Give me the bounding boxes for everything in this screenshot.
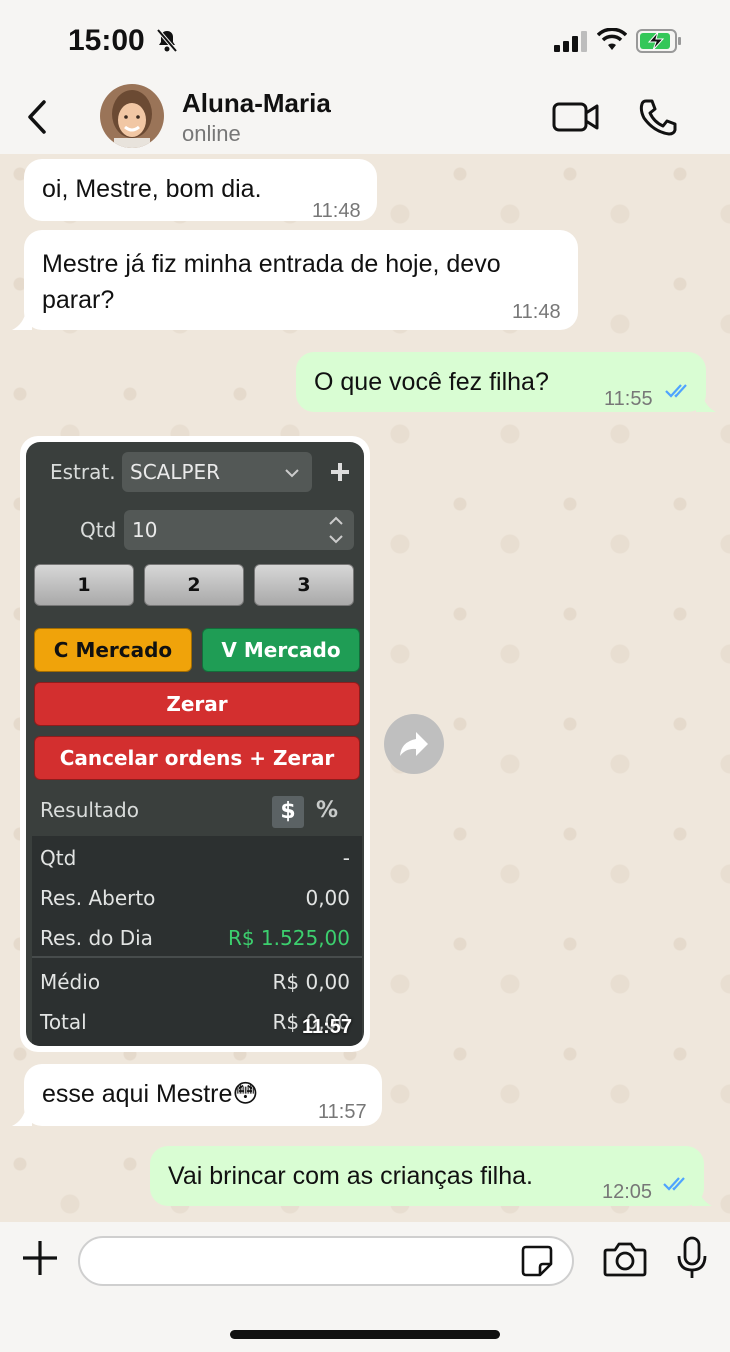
message-time: 12:05 [602, 1181, 653, 1203]
home-indicator[interactable] [230, 1330, 500, 1339]
microphone-icon[interactable] [676, 1236, 708, 1280]
outgoing-message[interactable]: O que você fez filha? 11:55 [296, 352, 706, 412]
quick-qty-1: 1 [34, 564, 134, 606]
quick-qty-3: 3 [254, 564, 354, 606]
status-bar: 15:00 [0, 0, 730, 80]
message-input[interactable] [78, 1236, 574, 1286]
message-text-line: parar? [42, 286, 115, 314]
message-text: Vai brincar com as crianças filha. [168, 1162, 533, 1190]
incoming-message[interactable]: Mestre já fiz minha entrada de hoje, dev… [24, 230, 578, 330]
image-time: 11:57 [302, 1016, 353, 1038]
message-time: 11:55 [604, 388, 653, 410]
chat-area[interactable]: oi, Mestre, bom dia. 11:48 Mestre já fiz… [0, 154, 730, 1222]
forward-button[interactable] [384, 714, 444, 774]
row-label: Total [40, 1010, 87, 1034]
quick-qty-2: 2 [144, 564, 244, 606]
message-text: oi, Mestre, bom dia. [42, 175, 262, 203]
stepper-icon [329, 516, 343, 544]
table-divider [32, 956, 362, 958]
qty-value: 10 [132, 518, 158, 542]
plus-icon[interactable] [20, 1238, 60, 1278]
row-value: - [342, 846, 350, 870]
row-label: Res. do Dia [40, 926, 153, 950]
incoming-message[interactable]: esse aqui Mestre😳 11:57 [24, 1064, 382, 1126]
row-value: R$ 0,00 [272, 970, 350, 994]
message-text: O que você fez filha? [314, 368, 549, 396]
buy-market-button: C Mercado [34, 628, 192, 672]
forward-arrow-icon [400, 732, 428, 756]
row-label: Médio [40, 970, 101, 994]
status-time: 15:00 [68, 24, 145, 57]
input-bar [0, 1222, 730, 1352]
sell-market-button: V Mercado [202, 628, 360, 672]
contact-status: online [182, 121, 241, 146]
message-text: esse aqui Mestre😳 [42, 1076, 258, 1112]
row-value-positive: R$ 1.525,00 [227, 926, 350, 950]
percent-toggle: % [316, 798, 339, 823]
phone-call-icon[interactable] [638, 98, 678, 136]
message-time: 11:48 [312, 200, 361, 222]
strategy-select: SCALPER [122, 452, 312, 492]
trading-panel-screenshot: Estrat. SCALPER Qtd 10 1 2 3 C Mercado V… [26, 442, 364, 1046]
strategy-label: Estrat. [50, 460, 116, 484]
currency-toggle: $ [272, 796, 304, 828]
wifi-icon [597, 28, 627, 50]
add-icon [331, 463, 349, 481]
chevron-down-icon [285, 469, 299, 478]
strategy-value: SCALPER [130, 460, 221, 484]
zero-button: Zerar [34, 682, 360, 726]
table-row: Médio R$ 0,00 [40, 970, 350, 994]
read-ticks-icon [665, 384, 687, 398]
back-chevron-icon[interactable] [22, 98, 52, 136]
qty-label: Qtd [80, 518, 117, 542]
table-row: Res. do Dia R$ 1.525,00 [40, 926, 350, 950]
image-message[interactable]: Estrat. SCALPER Qtd 10 1 2 3 C Mercado V… [20, 436, 370, 1052]
result-label: Resultado [40, 798, 139, 822]
read-ticks-icon [663, 1177, 685, 1191]
table-row: Res. Aberto 0,00 [40, 886, 350, 910]
signal-icon [554, 31, 587, 52]
row-label: Res. Aberto [40, 886, 156, 910]
sticker-icon[interactable] [520, 1244, 554, 1278]
cancel-zero-button: Cancelar ordens + Zerar [34, 736, 360, 780]
battery-charging-icon [636, 29, 681, 53]
bell-off-icon [156, 28, 178, 53]
incoming-message[interactable]: oi, Mestre, bom dia. 11:48 [24, 159, 377, 222]
contact-name[interactable]: Aluna-Maria [182, 88, 331, 119]
message-text-line: Mestre já fiz minha entrada de hoje, dev… [42, 250, 501, 278]
message-time: 11:48 [512, 301, 561, 323]
outgoing-message[interactable]: Vai brincar com as crianças filha. 12:05 [150, 1146, 704, 1206]
qty-field: 10 [124, 510, 354, 550]
row-label: Qtd [40, 846, 77, 870]
message-time: 11:57 [318, 1101, 367, 1123]
avatar[interactable] [100, 84, 164, 148]
message-text-content: esse aqui Mestre [42, 1080, 233, 1108]
video-call-icon[interactable] [552, 100, 600, 134]
chat-header: Aluna-Maria online [0, 80, 730, 154]
table-row: Qtd - [40, 846, 350, 870]
camera-icon[interactable] [603, 1240, 647, 1278]
row-value: 0,00 [305, 886, 350, 910]
flushed-emoji: 😳 [232, 1080, 259, 1108]
